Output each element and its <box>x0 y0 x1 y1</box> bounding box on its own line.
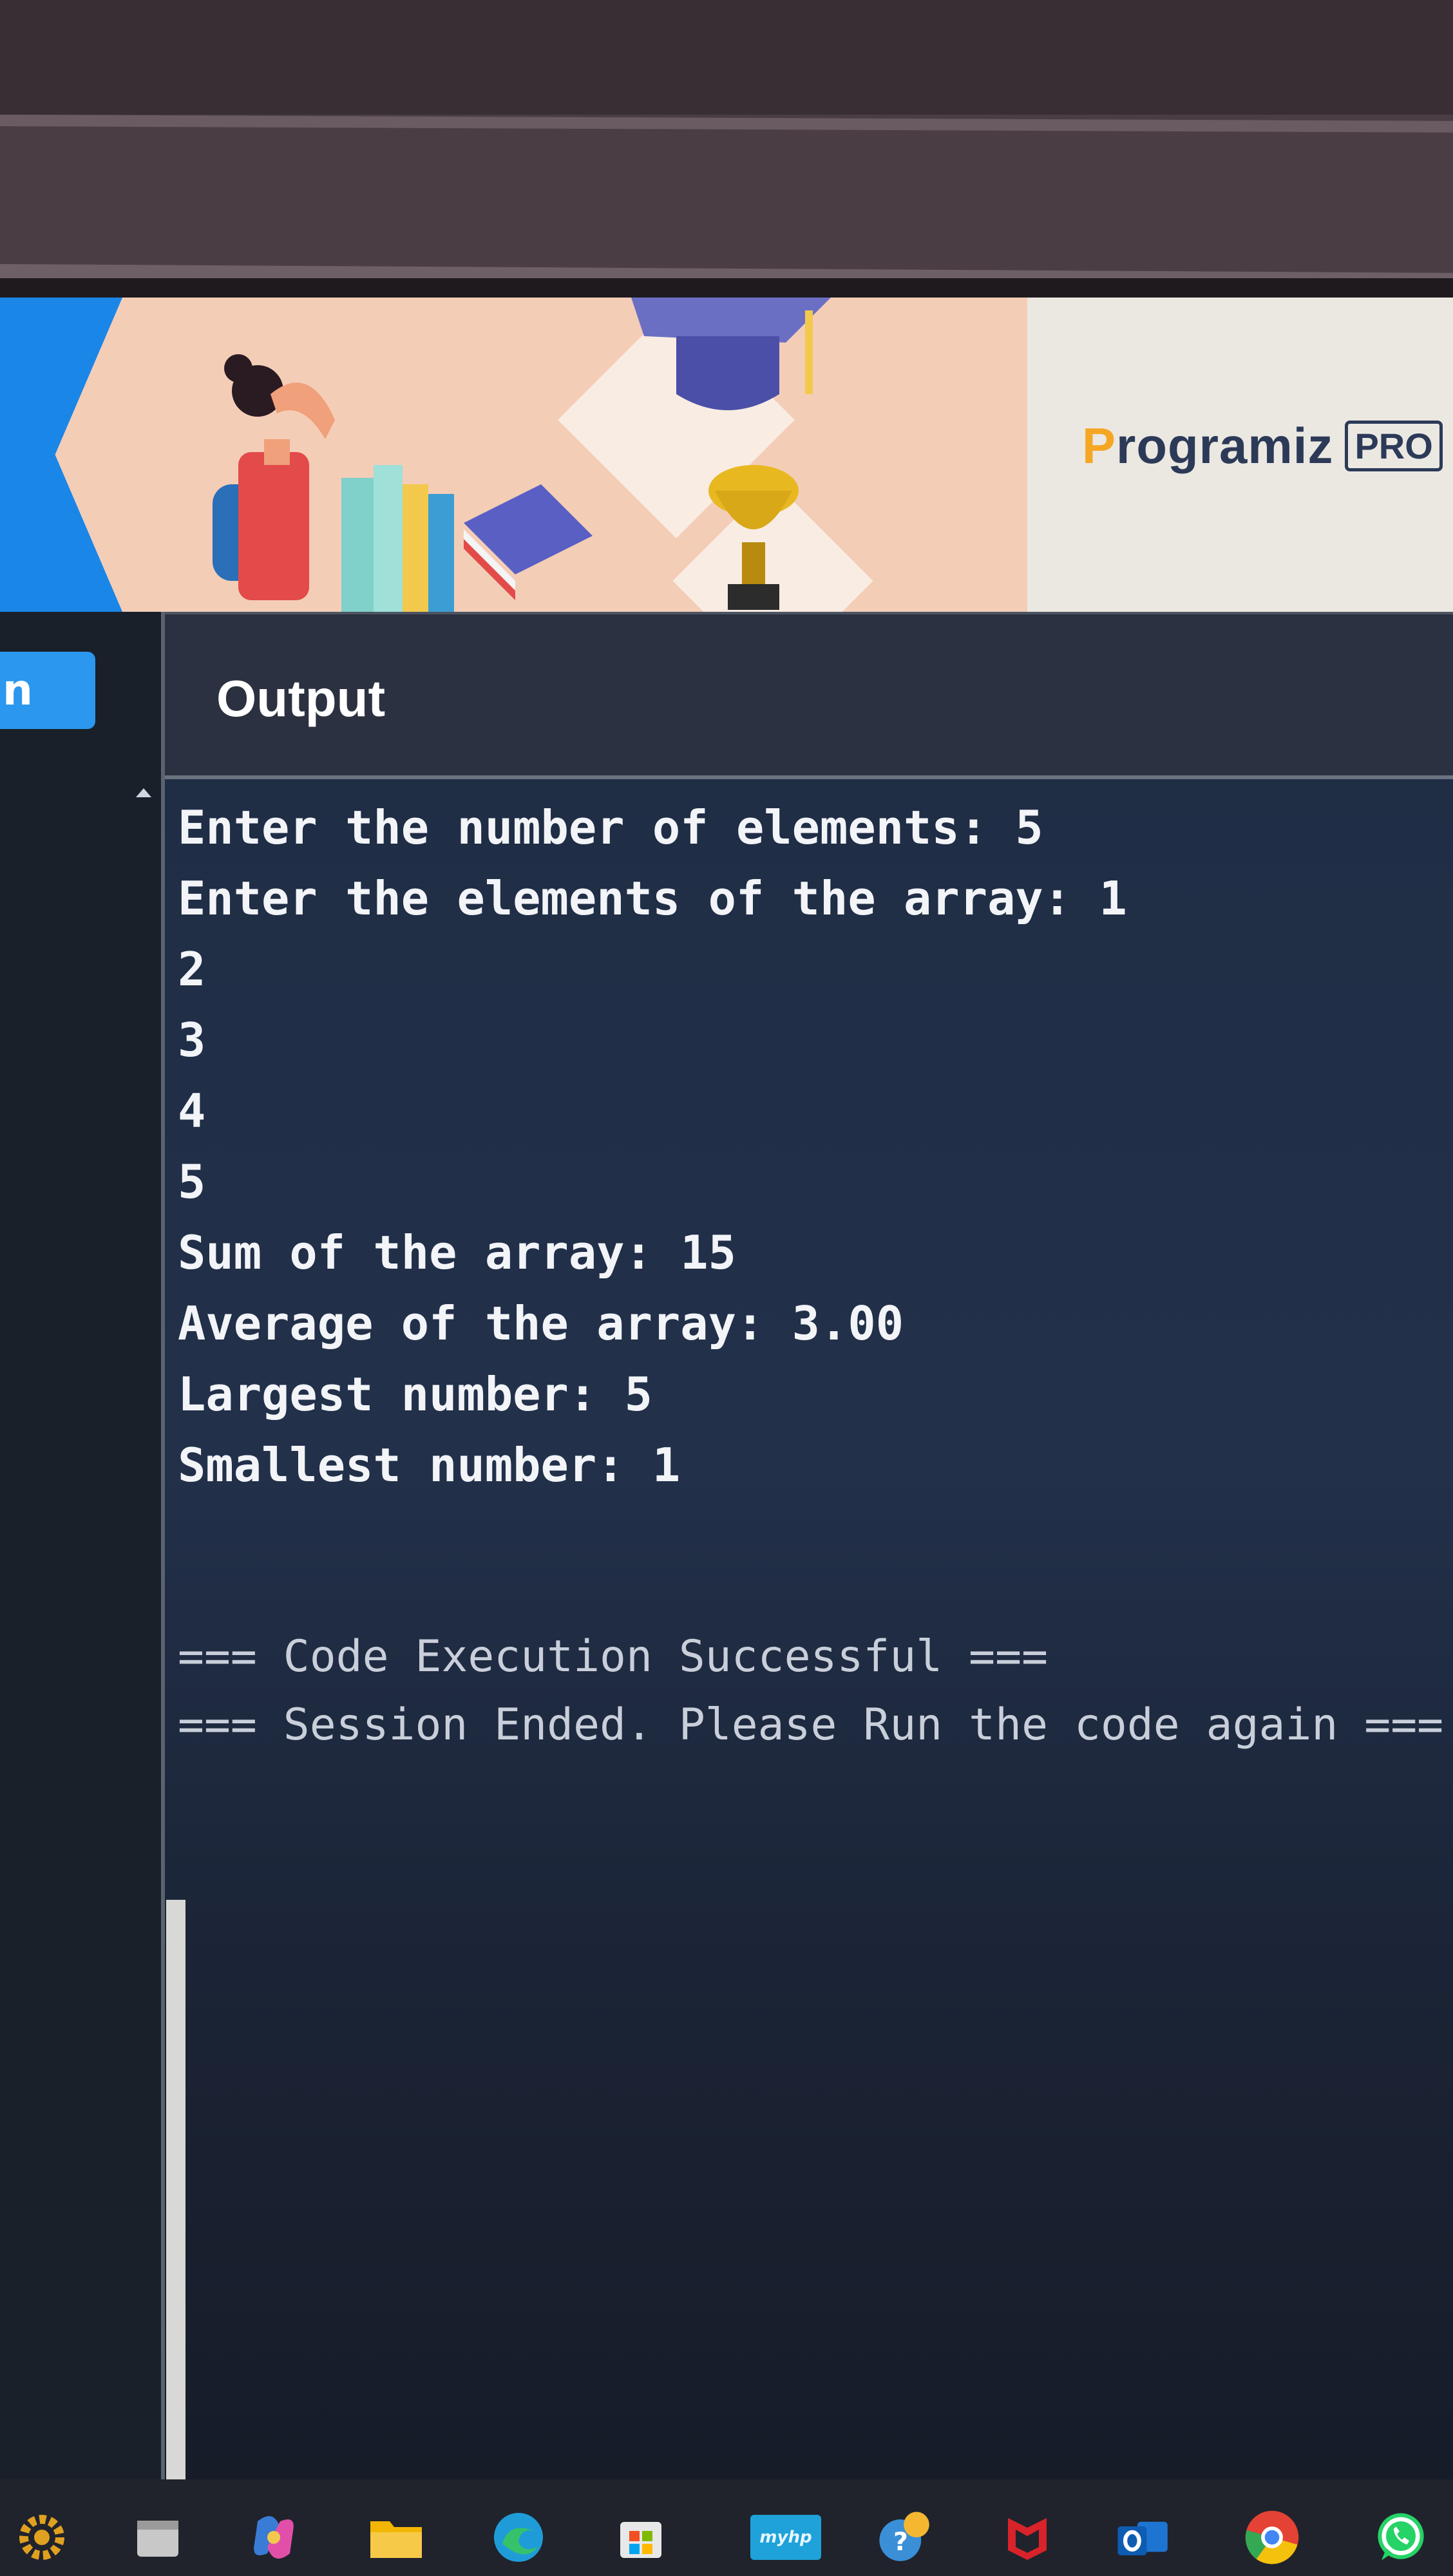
trophy-illustration <box>708 465 799 610</box>
output-line: 2 <box>178 942 206 996</box>
browser-toolbar <box>0 115 1453 276</box>
output-line: Smallest number: 1 <box>178 1438 681 1492</box>
banner-arrow-shape <box>0 298 122 612</box>
file-icon[interactable] <box>129 2508 187 2566</box>
scrollbar-thumb[interactable] <box>166 1900 185 2492</box>
ad-banner[interactable]: Programiz PRO <box>0 298 1453 612</box>
graduation-cap-illustration <box>631 298 831 410</box>
help-icon[interactable]: ? <box>876 2508 934 2566</box>
taskbar <box>0 2479 1453 2576</box>
output-line: Enter the elements of the array: 1 <box>178 871 1127 925</box>
output-lines: Enter the number of elements: 5 Enter th… <box>178 792 1443 1759</box>
folder-icon[interactable] <box>367 2508 425 2566</box>
programiz-logo[interactable]: Programiz PRO <box>1082 407 1443 484</box>
books-illustration <box>341 465 593 612</box>
pro-badge: PRO <box>1345 420 1443 471</box>
output-terminal[interactable]: Enter the number of elements: 5 Enter th… <box>136 779 1453 2479</box>
settings-icon[interactable] <box>13 2508 71 2566</box>
svg-text:?: ? <box>893 2527 908 2557</box>
output-line: 3 <box>178 1013 206 1067</box>
code-editor-panel[interactable]: n <box>0 612 165 2479</box>
run-button[interactable]: n <box>0 652 95 729</box>
output-title: Output <box>216 670 386 727</box>
output-header: Output <box>165 612 1453 779</box>
outlook-icon[interactable] <box>1114 2508 1172 2566</box>
output-line: Sum of the array: 15 <box>178 1226 736 1280</box>
success-message: === Code Execution Successful === <box>178 1631 1049 1682</box>
scroll-up-icon[interactable] <box>136 788 151 797</box>
output-line: Largest number: 5 <box>178 1367 652 1421</box>
store-icon[interactable] <box>612 2508 670 2566</box>
output-line: Average of the array: 3.00 <box>178 1296 904 1350</box>
output-line: 5 <box>178 1155 206 1209</box>
chrome-icon[interactable] <box>1243 2508 1301 2566</box>
output-line: Enter the number of elements: 5 <box>178 800 1043 855</box>
mcafee-icon[interactable] <box>998 2508 1056 2566</box>
compiler-app: n Output Enter the number of elements: 5… <box>0 612 1453 2479</box>
myhp-icon[interactable]: myhp <box>747 2508 824 2566</box>
output-line: 4 <box>178 1084 206 1138</box>
whatsapp-icon[interactable] <box>1372 2508 1430 2566</box>
edge-icon[interactable] <box>489 2508 547 2566</box>
logo-wordmark: Programiz <box>1082 417 1333 475</box>
logo-text: rogramiz <box>1116 417 1334 474</box>
browser-chrome <box>0 0 1453 115</box>
copilot-icon[interactable] <box>245 2508 303 2566</box>
divider <box>0 278 1453 298</box>
session-message: === Session Ended. Please Run the code a… <box>178 1700 1444 1750</box>
logo-initial: P <box>1082 417 1117 474</box>
myhp-label: myhp <box>750 2515 821 2560</box>
